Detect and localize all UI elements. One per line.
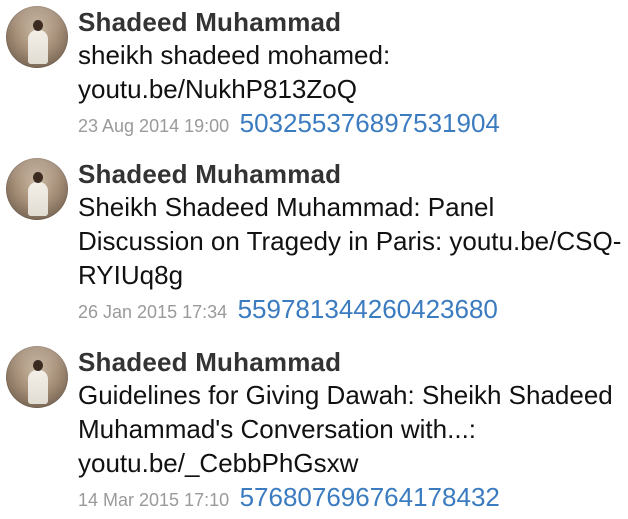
avatar-figure	[28, 30, 48, 64]
avatar[interactable]	[6, 158, 68, 220]
tweet-meta: 26 Jan 2015 17:34 559781344260423680	[78, 294, 626, 329]
tweet-text: Guidelines for Giving Dawah: Sheikh Shad…	[78, 380, 613, 478]
avatar-figure	[28, 182, 48, 216]
author-name[interactable]: Shadeed Muhammad	[78, 158, 626, 190]
tweet-id-link[interactable]: 576807696764178432	[240, 482, 500, 512]
tweet-content: Shadeed Muhammad Sheikh Shadeed Muhammad…	[78, 158, 626, 329]
tweet-meta: 14 Mar 2015 17:10 576807696764178432	[78, 482, 626, 517]
avatar[interactable]	[6, 6, 68, 68]
tweet-text: Sheikh Shadeed Muhammad: Panel Discussio…	[78, 192, 622, 290]
author-name[interactable]: Shadeed Muhammad	[78, 346, 626, 378]
tweet-date: 26 Jan 2015 17:34	[78, 302, 228, 322]
tweet-date: 14 Mar 2015 17:10	[78, 490, 230, 510]
tweet-date: 23 Aug 2014 19:00	[78, 116, 230, 136]
author-name[interactable]: Shadeed Muhammad	[78, 6, 626, 38]
tweet-id-link[interactable]: 559781344260423680	[238, 294, 498, 324]
tweet-id-link[interactable]: 503255376897531904	[240, 108, 500, 138]
tweet-content: Shadeed Muhammad Guidelines for Giving D…	[78, 346, 626, 517]
avatar-figure-head	[33, 20, 43, 31]
tweet-feed: Shadeed Muhammad sheikh shadeed mohamed:…	[0, 0, 628, 519]
tweet-meta: 23 Aug 2014 19:00 503255376897531904	[78, 108, 626, 143]
avatar-figure	[28, 370, 48, 404]
tweet-text: sheikh shadeed mohamed: youtu.be/NukhP81…	[78, 40, 391, 104]
tweet-content: Shadeed Muhammad sheikh shadeed mohamed:…	[78, 6, 626, 143]
avatar-figure-head	[33, 360, 43, 371]
avatar-figure-head	[33, 172, 43, 183]
avatar[interactable]	[6, 346, 68, 408]
